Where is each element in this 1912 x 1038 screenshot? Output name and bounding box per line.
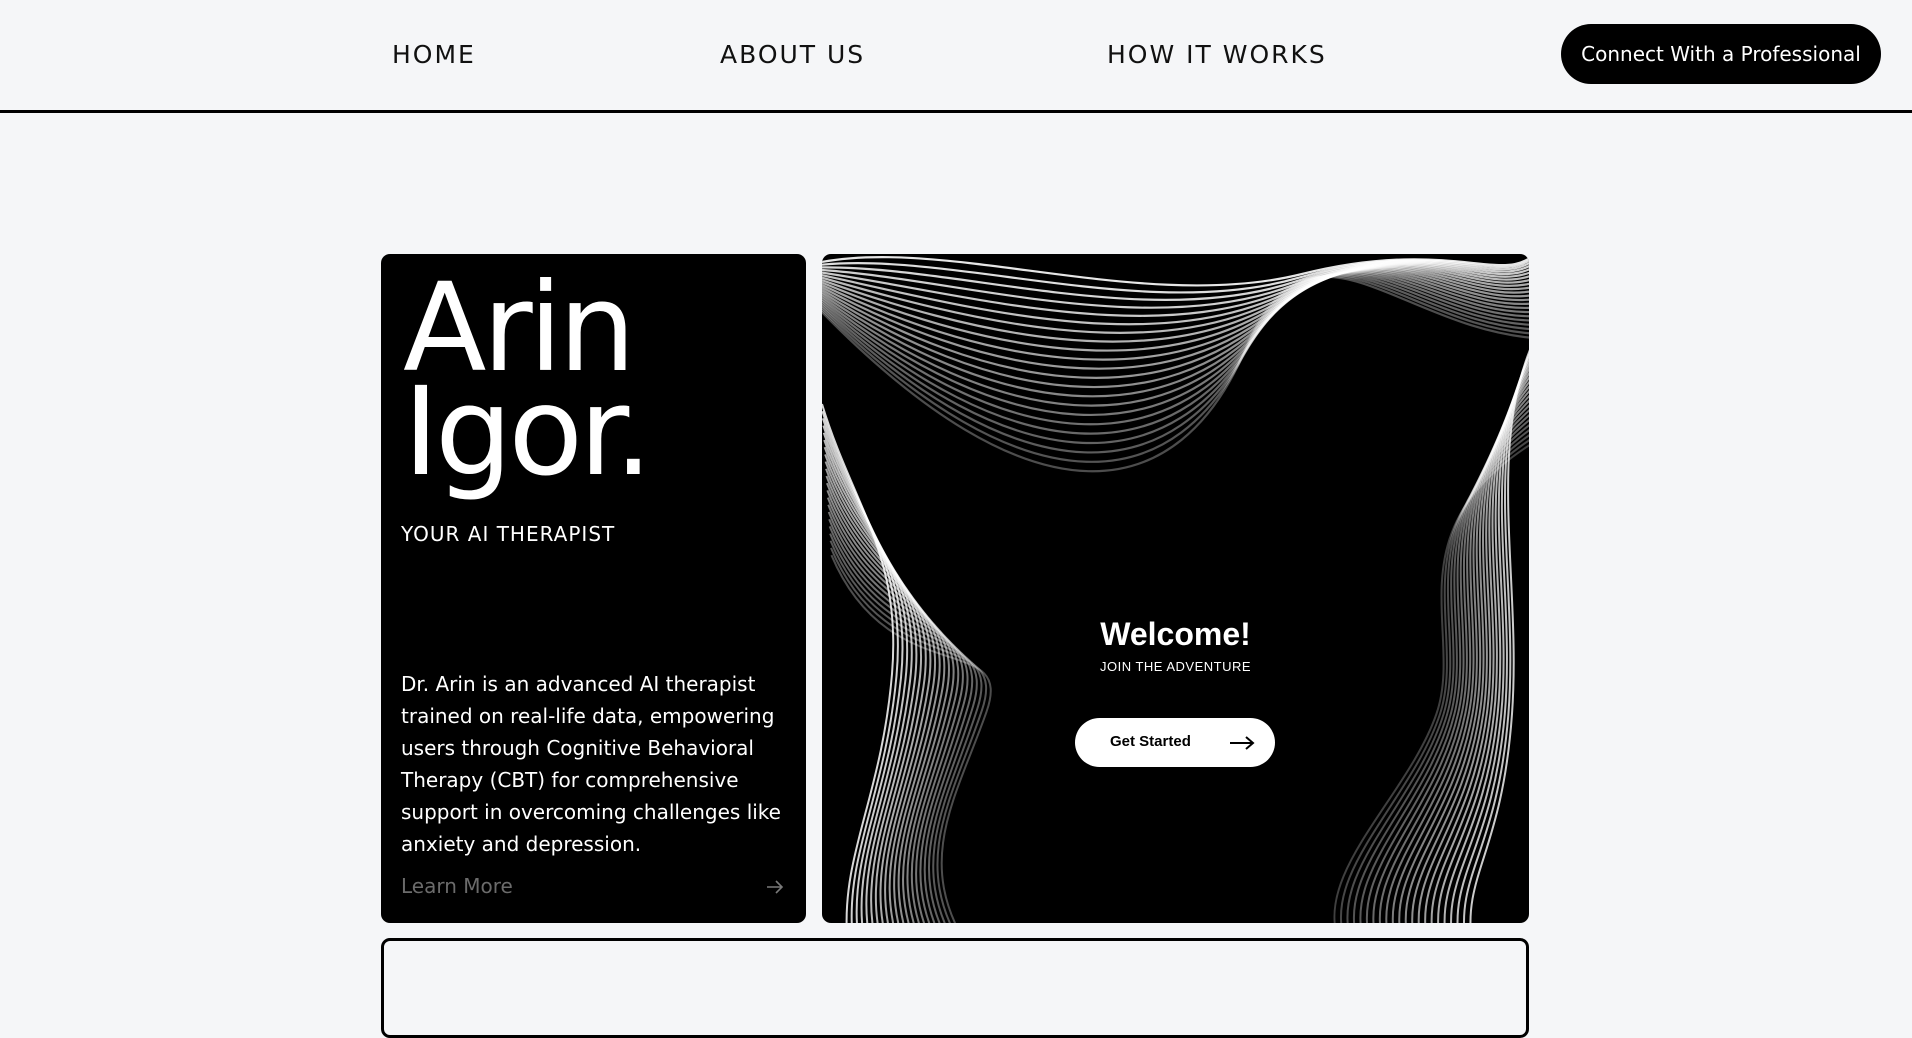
wave-line-top [822,274,1529,454]
nav-how-it-works-link[interactable]: HOW IT WORKS [1107,38,1327,72]
get-started-label: Get Started [1110,733,1191,750]
learn-more-link[interactable]: Learn More [401,874,513,898]
welcome-card: Welcome! JOIN THE ADVENTURE Get Started [822,254,1529,923]
topographic-waves-graphic [822,256,1529,923]
intro-card: Arin Igor. YOUR AI THERAPIST Dr. Arin is… [381,254,806,923]
tagline: YOUR AI THERAPIST [401,522,616,546]
brand-title: Arin Igor. [403,267,653,503]
intro-description: Dr. Arin is an advanced AI therapist tra… [401,672,781,856]
welcome-heading: Welcome! [1100,616,1251,652]
bottom-panel [381,938,1529,1038]
brand-title-line2: Igor. [403,361,653,503]
nav-about-link[interactable]: ABOUT US [720,38,865,72]
nav-home-link[interactable]: HOME [392,38,476,72]
get-started-button[interactable]: Get Started [1075,718,1275,767]
long-arrow-right-icon [1230,736,1255,750]
top-navbar: HOME ABOUT US HOW IT WORKS Connect With … [0,0,1912,113]
connect-professional-button[interactable]: Connect With a Professional [1561,24,1881,84]
welcome-subheading: JOIN THE ADVENTURE [1099,659,1252,674]
arrow-right-icon[interactable] [766,876,784,900]
